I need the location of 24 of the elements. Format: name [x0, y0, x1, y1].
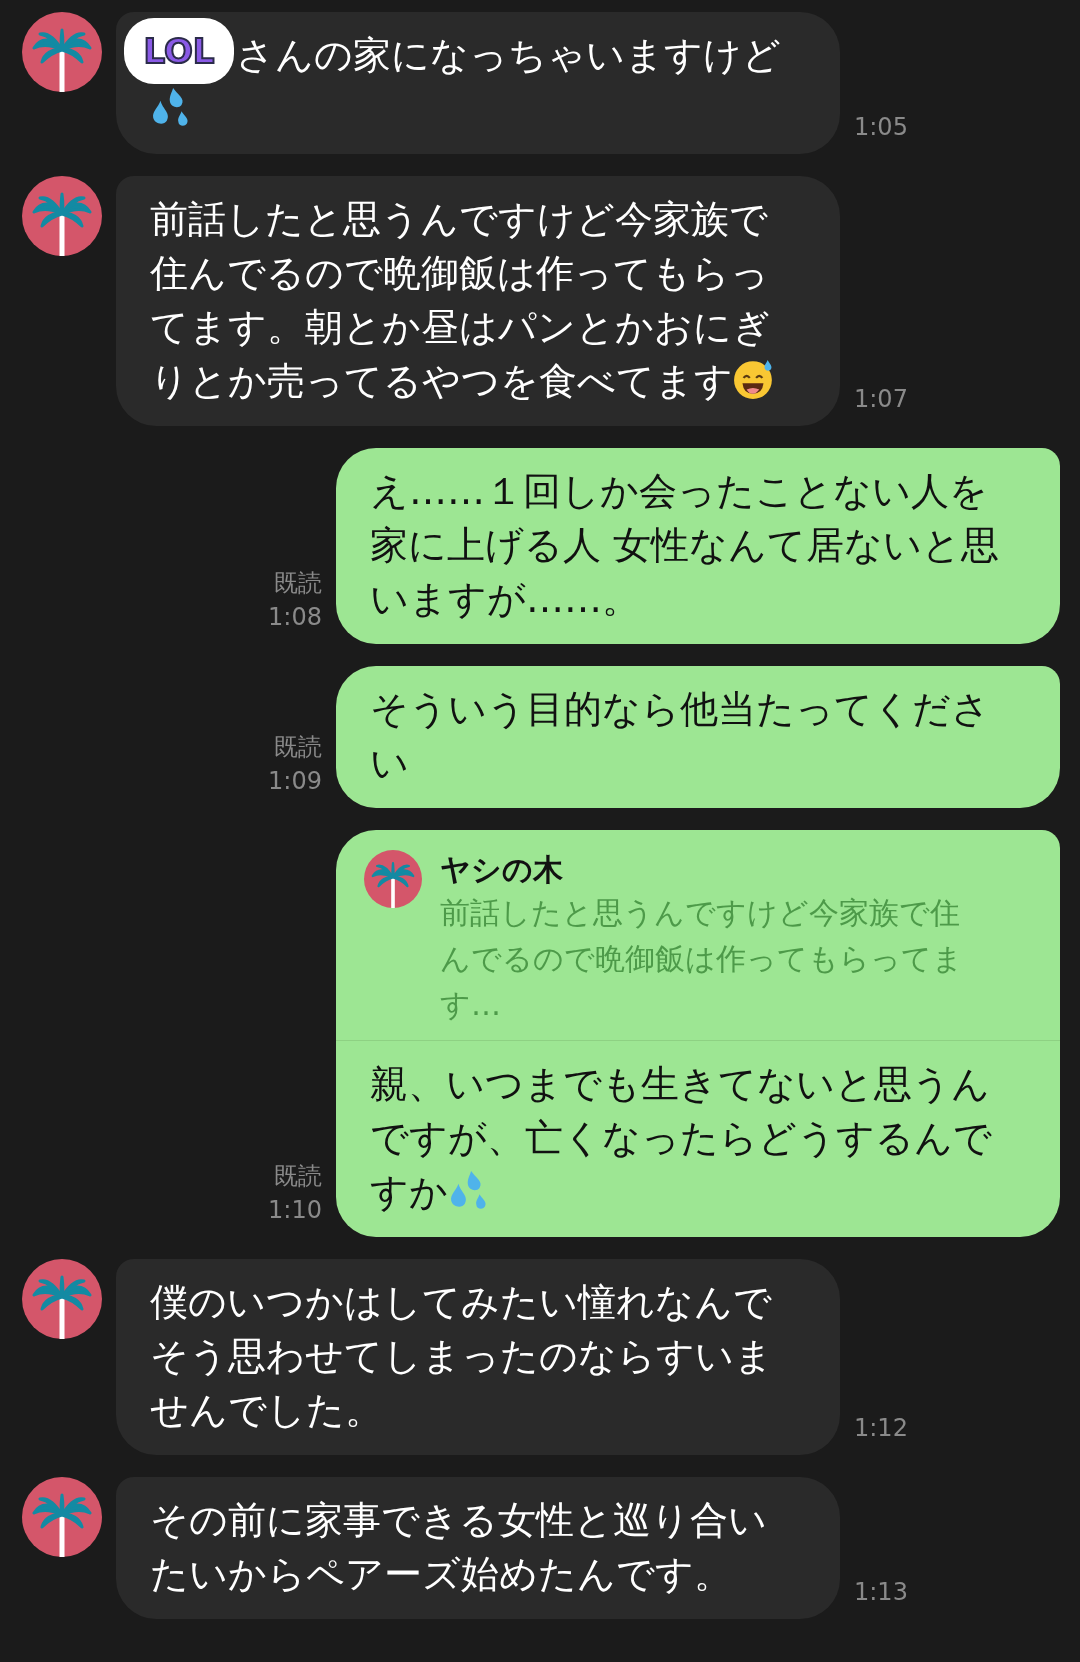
timestamp: 1:07 — [854, 384, 908, 415]
timestamp: 1:09 — [268, 766, 322, 797]
avatar-icon[interactable] — [22, 12, 102, 92]
avatar-icon[interactable] — [22, 176, 102, 256]
timestamp: 1:12 — [854, 1413, 908, 1444]
message-text: その前に家事できる女性と巡り合いたいからペアーズ始めたんです。 — [150, 1497, 768, 1598]
avatar-icon[interactable] — [22, 1477, 102, 1557]
quoted-text: 前話したと思うんですけど今家族で住んでるので晩御飯は作ってもらってます… — [440, 894, 964, 1024]
message-text: 前話したと思うんですけど今家族で住んでるので晩御飯は作ってもらってます。朝とか昼はパンとかおにぎりとか売ってるやつを食べてます — [150, 192, 800, 408]
message-text: 僕のいつかはしてみたい憧れなんでそう思わせてしまったのならすいませんでした。 — [150, 1279, 774, 1434]
message-text: 親、いつまでも生きてないと思うんですが、亡くなったらどうするんですか — [370, 1061, 993, 1216]
read-receipt: 既読 — [274, 568, 322, 599]
smiley-icon — [733, 358, 775, 400]
timestamp: 1:10 — [268, 1195, 322, 1226]
sticker: LOL — [124, 18, 234, 84]
read-receipt: 既読 — [274, 1161, 322, 1192]
timestamp: 1:08 — [268, 602, 322, 633]
timestamp: 1:05 — [854, 112, 908, 143]
avatar-icon[interactable] — [22, 1259, 102, 1339]
timestamp: 1:13 — [854, 1577, 908, 1608]
quoted-sender: ヤシの木 — [440, 851, 564, 889]
message-text: え……１回しか会ったことない人を家に上げる人 女性なんて居ないと思いますが……。 — [370, 468, 1001, 623]
read-receipt: 既読 — [274, 732, 322, 763]
message-text: そういう目的なら他当たってください — [370, 686, 991, 787]
